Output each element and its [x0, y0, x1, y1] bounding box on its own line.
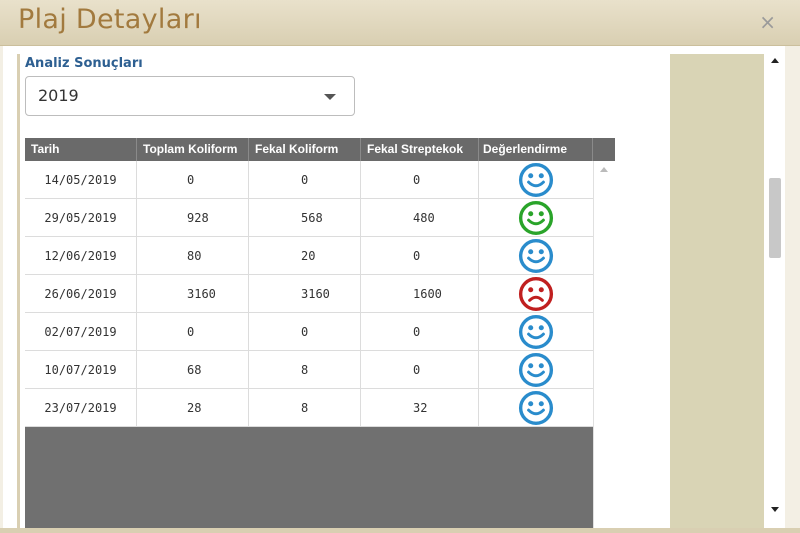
scroll-up-icon[interactable] [600, 167, 608, 172]
cell-date: 14/05/2019 [25, 161, 137, 199]
cell-evaluation [479, 199, 593, 237]
dialog-content: Analiz Sonuçları 2019 Tarih Toplam Kolif… [3, 46, 785, 528]
cell-fecal-coliform: 0 [249, 161, 361, 199]
table-row: 26/06/2019 3160 3160 1600 [25, 275, 593, 313]
column-header-total-coliform[interactable]: Toplam Koliform [137, 138, 249, 161]
cell-fecal-coliform: 0 [249, 313, 361, 351]
cell-total-coliform: 3160 [137, 275, 249, 313]
close-icon[interactable]: × [759, 10, 776, 34]
table-scrollbar[interactable] [593, 161, 615, 528]
table-row: 12/06/2019 80 20 0 [25, 237, 593, 275]
cell-date: 26/06/2019 [25, 275, 137, 313]
content-left-border [17, 54, 20, 528]
smiley-happy-icon [518, 314, 554, 350]
smiley-happy-icon [518, 162, 554, 198]
table-header: Tarih Toplam Koliform Fekal Koliform Fek… [25, 138, 615, 161]
dialog-scrollbar[interactable] [765, 46, 785, 528]
chevron-down-icon [324, 94, 336, 100]
table-row: 29/05/2019 928 568 480 [25, 199, 593, 237]
smiley-happy-icon [518, 200, 554, 236]
column-header-fecal-streptococcus[interactable]: Fekal Streptekok [361, 138, 479, 161]
smiley-happy-icon [518, 238, 554, 274]
table-row: 14/05/2019 0 0 0 [25, 161, 593, 199]
cell-evaluation [479, 275, 593, 313]
column-header-date[interactable]: Tarih [25, 138, 137, 161]
smiley-happy-icon [518, 352, 554, 388]
cell-fecal-streptococcus: 480 [361, 199, 479, 237]
cell-evaluation [479, 389, 593, 427]
dialog-bottom-edge [0, 528, 800, 533]
cell-date: 12/06/2019 [25, 237, 137, 275]
cell-date: 10/07/2019 [25, 351, 137, 389]
year-select[interactable]: 2019 [25, 76, 355, 116]
table-row: 02/07/2019 0 0 0 [25, 313, 593, 351]
beach-details-dialog: Plaj Detayları × Analiz Sonuçları 2019 T… [0, 0, 800, 533]
cell-fecal-streptococcus: 32 [361, 389, 479, 427]
table-body: 14/05/2019 0 0 0 29/05/2019 928 568 480 12/06/20… [25, 161, 593, 427]
cell-evaluation [479, 313, 593, 351]
cell-fecal-coliform: 8 [249, 351, 361, 389]
column-header-spacer [593, 138, 615, 161]
scrollbar-thumb[interactable] [769, 178, 781, 258]
cell-evaluation [479, 237, 593, 275]
smiley-happy-icon [518, 390, 554, 426]
dialog-titlebar: Plaj Detayları × [0, 0, 800, 46]
cell-fecal-streptococcus: 0 [361, 161, 479, 199]
cell-fecal-coliform: 568 [249, 199, 361, 237]
cell-date: 29/05/2019 [25, 199, 137, 237]
column-header-fecal-coliform[interactable]: Fekal Koliform [249, 138, 361, 161]
cell-total-coliform: 928 [137, 199, 249, 237]
cell-fecal-streptococcus: 1600 [361, 275, 479, 313]
cell-date: 23/07/2019 [25, 389, 137, 427]
cell-fecal-coliform: 20 [249, 237, 361, 275]
cell-total-coliform: 0 [137, 161, 249, 199]
year-select-value: 2019 [38, 86, 79, 105]
smiley-sad-icon [518, 276, 554, 312]
cell-total-coliform: 80 [137, 237, 249, 275]
scroll-down-icon[interactable] [771, 507, 779, 512]
cell-fecal-coliform: 8 [249, 389, 361, 427]
cell-evaluation [479, 351, 593, 389]
cell-evaluation [479, 161, 593, 199]
table-row: 23/07/2019 28 8 32 [25, 389, 593, 427]
column-header-evaluation[interactable]: Değerlendirme [479, 138, 593, 161]
scroll-up-icon[interactable] [771, 58, 779, 63]
cell-fecal-streptococcus: 0 [361, 237, 479, 275]
results-table: Tarih Toplam Koliform Fekal Koliform Fek… [25, 138, 615, 528]
table-row: 10/07/2019 68 8 0 [25, 351, 593, 389]
cell-fecal-streptococcus: 0 [361, 313, 479, 351]
cell-fecal-streptococcus: 0 [361, 351, 479, 389]
side-panel [670, 54, 764, 528]
dialog-title: Plaj Detayları [18, 4, 202, 35]
analysis-results-label: Analiz Sonuçları [25, 56, 143, 71]
cell-total-coliform: 68 [137, 351, 249, 389]
cell-total-coliform: 0 [137, 313, 249, 351]
cell-total-coliform: 28 [137, 389, 249, 427]
cell-fecal-coliform: 3160 [249, 275, 361, 313]
cell-date: 02/07/2019 [25, 313, 137, 351]
